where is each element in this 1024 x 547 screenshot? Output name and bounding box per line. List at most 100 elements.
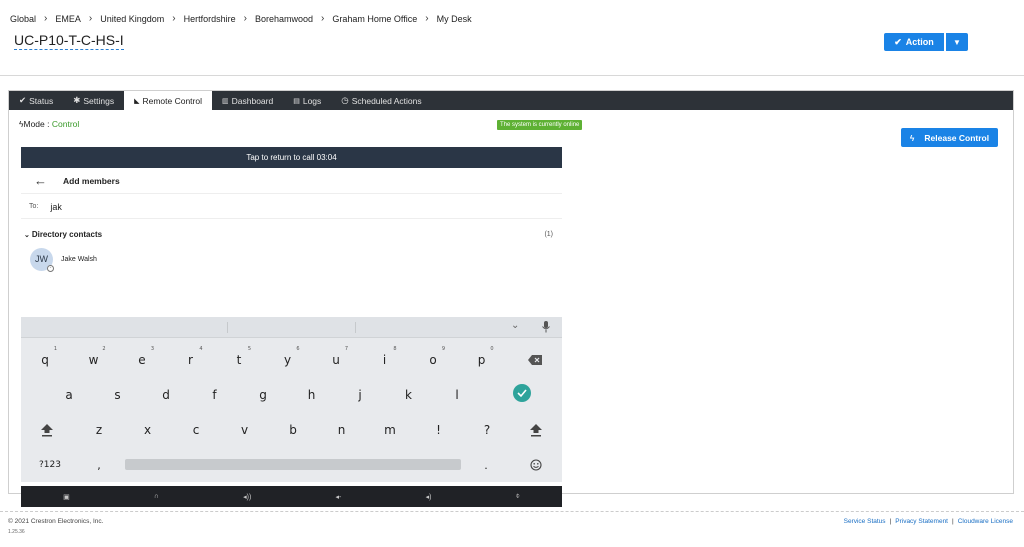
microphone-icon[interactable] xyxy=(540,320,552,334)
device-name[interactable]: UC-P10-T-C-HS-I xyxy=(14,32,124,50)
tab-status[interactable]: ✔ Status xyxy=(9,91,63,110)
contact-item[interactable]: JW ◦ Jake Walsh xyxy=(21,246,562,272)
key-g[interactable]: g xyxy=(253,386,273,404)
comma-key[interactable]: , xyxy=(89,456,109,474)
key-p[interactable]: p0 xyxy=(472,346,494,369)
key-label: y xyxy=(283,353,292,367)
volume-up-icon[interactable]: ◂)) xyxy=(243,493,251,501)
key-i[interactable]: i8 xyxy=(375,346,397,369)
key-label: c xyxy=(192,423,200,437)
key-n[interactable]: n xyxy=(332,421,352,439)
bolt-icon: ϟ xyxy=(909,132,915,143)
tab-bar: ✔ Status ✱ Settings ◣ Remote Control ▥ D… xyxy=(9,91,1013,110)
tab-remote-control[interactable]: ◣ Remote Control xyxy=(124,91,212,110)
key-b[interactable]: b xyxy=(283,421,303,439)
key-j[interactable]: j xyxy=(350,386,370,404)
return-to-call-bar[interactable]: Tap to return to call 03:04 xyxy=(21,147,562,168)
breadcrumb-borehamwood[interactable]: Borehamwood xyxy=(255,14,313,24)
tab-dashboard[interactable]: ▥ Dashboard xyxy=(212,91,283,110)
key-c[interactable]: c xyxy=(186,421,206,439)
key-m[interactable]: m xyxy=(380,421,400,439)
tab-logs[interactable]: ▤ Logs xyxy=(283,91,331,110)
contact-name: Jake Walsh xyxy=(61,255,97,263)
action-button[interactable]: ✔ Action xyxy=(884,33,944,51)
symbols-key[interactable]: ?123 xyxy=(35,456,65,474)
footer-divider xyxy=(0,511,1024,512)
remote-screen[interactable]: Tap to return to call 03:04 ← Add member… xyxy=(21,147,562,507)
headset-icon[interactable]: ∩ xyxy=(154,493,159,500)
bar-chart-icon: ▥ xyxy=(222,97,229,105)
shift-right-key[interactable] xyxy=(526,421,546,439)
key-question[interactable]: ? xyxy=(477,421,497,439)
back-arrow-icon[interactable]: ← xyxy=(34,173,47,188)
key-t[interactable]: t5 xyxy=(229,346,251,369)
key-o[interactable]: o9 xyxy=(423,346,445,369)
volume-down-icon[interactable]: ◂- xyxy=(336,493,342,501)
breadcrumb-global[interactable]: Global xyxy=(10,14,36,24)
check-circle-icon xyxy=(513,384,531,402)
backspace-key[interactable] xyxy=(524,351,546,369)
cloudware-license-link[interactable]: Cloudware License xyxy=(958,518,1013,525)
key-hint-number: 6 xyxy=(296,346,300,352)
breadcrumb-emea[interactable]: EMEA xyxy=(55,14,81,24)
chevron-right-icon: › xyxy=(425,13,429,24)
key-hint-number: 2 xyxy=(102,346,106,352)
key-s[interactable]: s xyxy=(108,386,128,404)
tab-settings[interactable]: ✱ Settings xyxy=(63,91,124,110)
clock-icon: ◷ xyxy=(341,95,349,105)
emoji-key[interactable] xyxy=(526,456,546,474)
to-field[interactable]: To: jak xyxy=(21,195,562,219)
key-d[interactable]: d xyxy=(156,386,176,404)
chevron-right-icon: › xyxy=(243,13,247,24)
service-status-link[interactable]: Service Status xyxy=(844,518,886,525)
check-icon: ✔ xyxy=(894,36,902,47)
breadcrumb-united-kingdom[interactable]: United Kingdom xyxy=(100,14,164,24)
release-control-button[interactable]: ϟ Release Control xyxy=(901,128,998,147)
signal-icon: ◣ xyxy=(134,97,140,105)
teams-icon[interactable]: ▣ xyxy=(63,493,70,501)
key-x[interactable]: x xyxy=(138,421,158,439)
key-l[interactable]: l xyxy=(447,386,467,404)
breadcrumb-graham-home-office[interactable]: Graham Home Office xyxy=(332,14,417,24)
breadcrumb-hertfordshire[interactable]: Hertfordshire xyxy=(184,14,236,24)
key-hint-number: 7 xyxy=(344,346,348,352)
key-z[interactable]: z xyxy=(89,421,109,439)
check-icon: ✔ xyxy=(19,95,27,105)
microphone-icon[interactable]: ⌽ xyxy=(516,493,520,501)
key-u[interactable]: u7 xyxy=(326,346,348,369)
key-a[interactable]: a xyxy=(59,386,79,404)
key-h[interactable]: h xyxy=(302,386,322,404)
key-y[interactable]: y6 xyxy=(278,346,300,369)
key-label: d xyxy=(162,388,170,402)
key-label: r xyxy=(188,353,193,367)
key-w[interactable]: w2 xyxy=(84,346,106,369)
tab-scheduled-actions[interactable]: ◷ Scheduled Actions xyxy=(331,91,431,110)
directory-contacts-header[interactable]: ⌄ Directory contacts (1) xyxy=(21,226,562,242)
privacy-statement-link[interactable]: Privacy Statement xyxy=(895,518,948,525)
key-k[interactable]: k xyxy=(399,386,419,404)
key-r[interactable]: r4 xyxy=(181,346,202,369)
spacebar[interactable] xyxy=(125,459,461,470)
breadcrumb-my-desk[interactable]: My Desk xyxy=(437,14,472,24)
key-v[interactable]: v xyxy=(235,421,255,439)
chevron-down-icon[interactable]: ⌄ xyxy=(511,320,519,331)
key-e[interactable]: e3 xyxy=(132,346,154,369)
period-key[interactable]: . xyxy=(476,456,496,474)
directory-count: (1) xyxy=(544,230,553,238)
to-label: To: xyxy=(29,203,39,210)
action-dropdown-button[interactable]: ▼ xyxy=(946,33,968,51)
key-exclamation[interactable]: ! xyxy=(429,421,449,439)
key-f[interactable]: f xyxy=(205,386,225,404)
tab-settings-label: Settings xyxy=(83,95,115,106)
shift-left-key[interactable] xyxy=(37,421,57,439)
caret-down-icon: ▼ xyxy=(953,37,961,47)
to-input[interactable]: jak xyxy=(50,202,62,212)
enter-key[interactable] xyxy=(512,384,532,402)
avatar-initials: JW xyxy=(35,254,48,264)
key-hint-number: 0 xyxy=(490,346,494,352)
key-label: b xyxy=(289,423,297,437)
mode-indicator: ϟMode : Control xyxy=(19,119,79,129)
volume-icon[interactable]: ◂) xyxy=(426,493,432,501)
key-label: n xyxy=(337,423,346,437)
key-q[interactable]: q1 xyxy=(35,346,57,369)
